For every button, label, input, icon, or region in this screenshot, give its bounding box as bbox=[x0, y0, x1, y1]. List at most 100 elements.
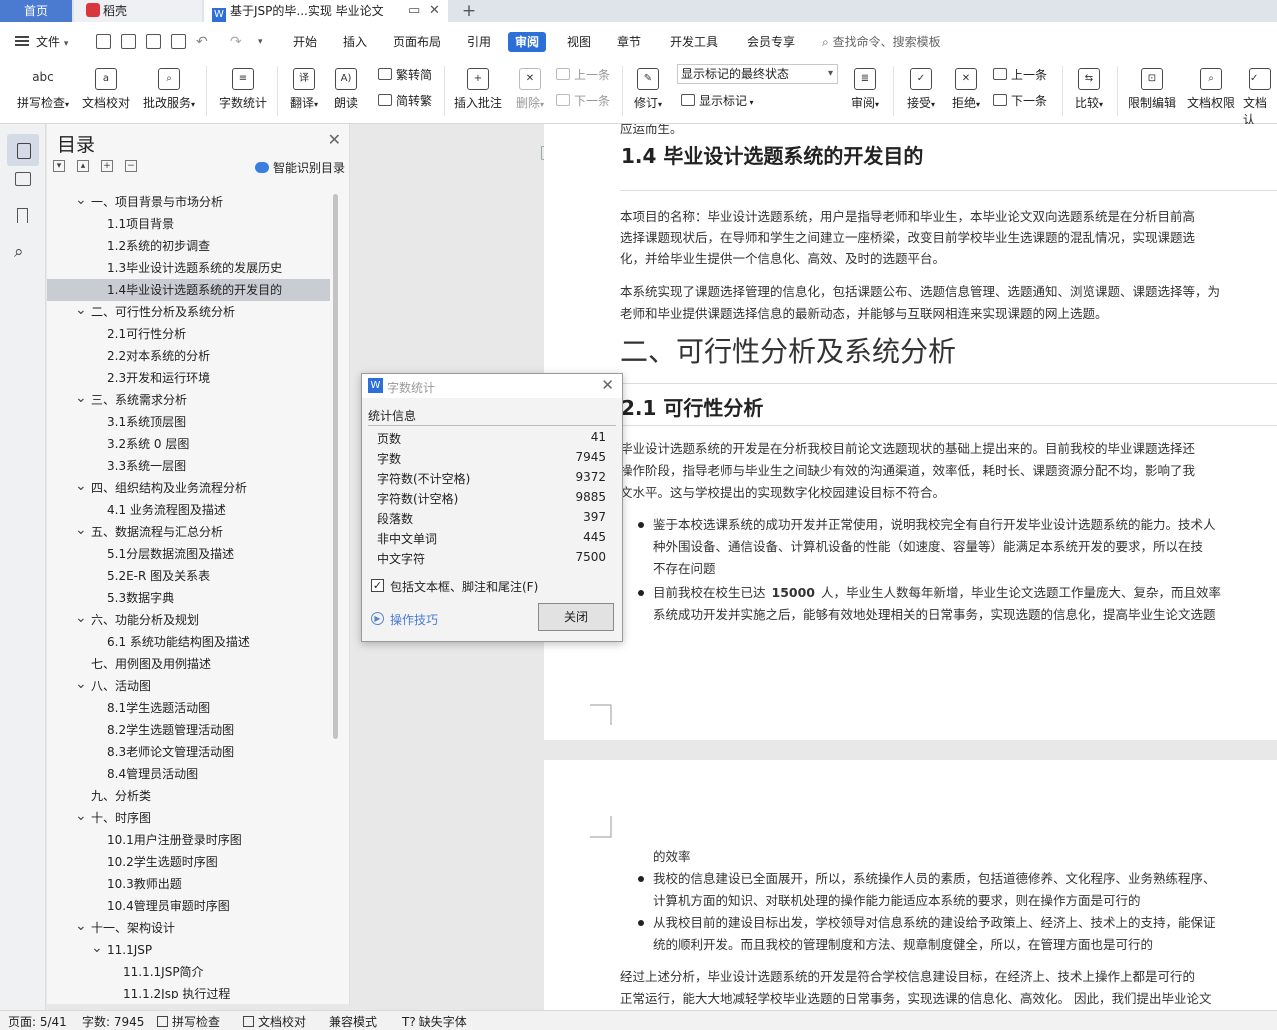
redo-icon[interactable]: ↷ bbox=[230, 32, 242, 52]
simp-to-trad-button[interactable]: 简转繁 bbox=[378, 92, 432, 110]
toc-item[interactable]: 8.1学生选题活动图 bbox=[47, 697, 330, 719]
toc-scrollbar[interactable] bbox=[333, 194, 338, 739]
toc-item[interactable]: ⌄ 四、组织结构及业务流程分析 bbox=[47, 477, 330, 499]
collapse-caret-icon[interactable]: ⌄ bbox=[75, 191, 87, 211]
tab-screen-icon[interactable]: ▭ bbox=[408, 0, 420, 22]
review-pane-button[interactable]: ≣ 审阅▾ bbox=[846, 68, 884, 111]
doc-proof-button[interactable]: a 文档校对 bbox=[80, 68, 132, 111]
toc-item[interactable]: ⌄ 一、项目背景与市场分析 bbox=[47, 191, 330, 213]
doc-auth-button[interactable]: ✓ 文档认 bbox=[1243, 68, 1277, 128]
collapse-caret-icon[interactable]: ⌄ bbox=[75, 673, 87, 695]
collapse-all-icon[interactable]: ▴ bbox=[77, 160, 89, 172]
chapter-nav-icon[interactable] bbox=[15, 172, 31, 186]
collapse-caret-icon[interactable]: ⌄ bbox=[91, 937, 103, 959]
expand-all-icon[interactable]: ▾ bbox=[53, 160, 65, 172]
revise-service-button[interactable]: ⌕ 批改服务▾ bbox=[139, 68, 199, 111]
reject-button[interactable]: ✕ 拒绝▾ bbox=[947, 68, 985, 111]
menu-view[interactable]: 视图 bbox=[567, 32, 591, 52]
compare-button[interactable]: ⇆ 比较▾ bbox=[1070, 68, 1108, 111]
spell-check-button[interactable]: abc 拼写检查▾ bbox=[12, 68, 74, 111]
toc-item[interactable]: 8.3老师论文管理活动图 bbox=[47, 741, 330, 763]
toc-item[interactable]: 3.1系统顶层图 bbox=[47, 411, 330, 433]
toc-item[interactable]: 11.1.1JSP简介 bbox=[47, 961, 330, 983]
close-icon[interactable]: ✕ bbox=[328, 130, 341, 149]
tips-link[interactable]: 操作技巧 bbox=[390, 611, 438, 628]
collapse-caret-icon[interactable]: ⌄ bbox=[75, 475, 87, 497]
hamburger-icon[interactable] bbox=[15, 36, 29, 46]
delete-comment-button[interactable]: ✕ 删除▾ bbox=[510, 68, 550, 111]
toc-item[interactable]: 10.2学生选题时序图 bbox=[47, 851, 330, 873]
menu-section[interactable]: 章节 bbox=[617, 32, 641, 52]
toc-item[interactable]: 3.3系统一层图 bbox=[47, 455, 330, 477]
toc-item[interactable]: 6.1 系统功能结构图及描述 bbox=[47, 631, 330, 653]
tab-close-icon[interactable]: ✕ bbox=[429, 0, 440, 22]
tab-daoke[interactable]: 稻壳 bbox=[74, 0, 202, 22]
print-preview-icon[interactable] bbox=[171, 34, 186, 49]
insert-comment-button[interactable]: + 插入批注 bbox=[452, 68, 504, 111]
toc-item[interactable]: 10.4管理员审题时序图 bbox=[47, 895, 330, 917]
translate-button[interactable]: 译翻译▾ bbox=[286, 68, 322, 111]
word-count-button[interactable]: ≡ 字数统计 bbox=[217, 68, 269, 111]
toc-item[interactable]: 1.4毕业设计选题系统的开发目的 bbox=[47, 279, 330, 301]
toc-item[interactable]: 11.1.2Jsp 执行过程 bbox=[47, 983, 330, 999]
trad-to-simp-button[interactable]: 繁转简 bbox=[378, 66, 432, 84]
doc-permission-button[interactable]: ⌕ 文档权限 bbox=[1185, 68, 1237, 111]
word-count-indicator[interactable]: 字数: 7945 bbox=[82, 1013, 144, 1030]
print-icon[interactable] bbox=[146, 34, 161, 49]
toc-item[interactable]: 5.2E-R 图及关系表 bbox=[47, 565, 330, 587]
toc-item[interactable]: 8.2学生选题管理活动图 bbox=[47, 719, 330, 741]
toc-item[interactable]: ⌄ 十一、架构设计 bbox=[47, 917, 330, 939]
smart-toc-button[interactable]: 智能识别目录 bbox=[254, 159, 345, 176]
toc-item[interactable]: ⌄ 二、可行性分析及系统分析 bbox=[47, 301, 330, 323]
menu-start[interactable]: 开始 bbox=[293, 32, 317, 52]
tab-home[interactable]: 首页 bbox=[0, 0, 72, 22]
close-button[interactable]: 关闭 bbox=[538, 603, 614, 631]
toc-item[interactable]: ⌄ 八、活动图 bbox=[47, 675, 330, 697]
toc-item[interactable]: 10.1用户注册登录时序图 bbox=[47, 829, 330, 851]
toc-item[interactable]: 2.2对本系统的分析 bbox=[47, 345, 330, 367]
menu-references[interactable]: 引用 bbox=[467, 32, 491, 52]
toc-item[interactable]: 5.1分层数据流图及描述 bbox=[47, 543, 330, 565]
play-tips-icon[interactable]: ▶ bbox=[371, 612, 384, 625]
toc-item[interactable]: 8.4管理员活动图 bbox=[47, 763, 330, 785]
next-change-button[interactable]: 下一条 bbox=[993, 92, 1047, 110]
collapse-caret-icon[interactable]: ⌄ bbox=[75, 519, 87, 541]
toc-item[interactable]: 九、分析类 bbox=[47, 785, 330, 807]
toc-item[interactable]: ⌄ 11.1JSP bbox=[47, 939, 330, 961]
include-textbox-checkbox[interactable]: ✓ bbox=[371, 579, 384, 592]
toc-item[interactable]: 2.1可行性分析 bbox=[47, 323, 330, 345]
toc-item[interactable]: 1.2系统的初步调查 bbox=[47, 235, 330, 257]
missing-font-button[interactable]: T? 缺失字体 bbox=[402, 1013, 467, 1030]
toc-item[interactable]: 2.3开发和运行环境 bbox=[47, 367, 330, 389]
collapse-caret-icon[interactable]: ⌄ bbox=[75, 607, 87, 629]
toc-item[interactable]: ⌄ 三、系统需求分析 bbox=[47, 389, 330, 411]
menu-review[interactable]: 审阅 bbox=[508, 32, 547, 52]
include-textbox-label[interactable]: 包括文本框、脚注和尾注(F) bbox=[390, 578, 538, 595]
page-indicator[interactable]: 页面: 5/41 bbox=[8, 1013, 67, 1030]
read-aloud-button[interactable]: A) 朗读 bbox=[330, 68, 362, 111]
menu-member[interactable]: 会员专享 bbox=[747, 32, 795, 52]
menu-page-layout[interactable]: 页面布局 bbox=[393, 32, 441, 52]
toc-item[interactable]: 10.3教师出题 bbox=[47, 873, 330, 895]
tab-document[interactable]: W 基于JSP的毕...实现 毕业论文 ▭ ✕ bbox=[204, 0, 448, 22]
toc-item[interactable]: ⌄ 十、时序图 bbox=[47, 807, 330, 829]
search-icon[interactable]: ⌕ bbox=[14, 242, 32, 262]
close-icon[interactable]: ✕ bbox=[601, 376, 614, 394]
spell-check-toggle[interactable]: 拼写检查 bbox=[157, 1013, 220, 1030]
prev-change-button[interactable]: 上一条 bbox=[993, 66, 1047, 84]
show-markup-button[interactable]: 显示标记 ▾ bbox=[681, 92, 754, 110]
toc-item[interactable]: ⌄ 五、数据流程与汇总分析 bbox=[47, 521, 330, 543]
markup-mode-select[interactable]: 显示标记的最终状态 bbox=[677, 64, 838, 84]
restrict-edit-button[interactable]: ⊡ 限制编辑 bbox=[1126, 68, 1178, 111]
dialog-titlebar[interactable]: W 字数统计 ✕ bbox=[362, 374, 622, 398]
menu-developer[interactable]: 开发工具 bbox=[670, 32, 718, 52]
toc-item[interactable]: 1.3毕业设计选题系统的发展历史 bbox=[47, 257, 330, 279]
save-icon[interactable] bbox=[96, 34, 111, 49]
collapse-caret-icon[interactable]: ⌄ bbox=[75, 299, 87, 321]
export-pdf-icon[interactable] bbox=[121, 34, 136, 49]
accept-button[interactable]: ✓ 接受▾ bbox=[902, 68, 940, 111]
toc-item[interactable]: 3.2系统 0 层图 bbox=[47, 433, 330, 455]
new-tab-button[interactable]: + bbox=[456, 0, 482, 22]
menu-insert[interactable]: 插入 bbox=[343, 32, 367, 52]
prev-comment-button[interactable]: 上一条 bbox=[556, 66, 610, 84]
